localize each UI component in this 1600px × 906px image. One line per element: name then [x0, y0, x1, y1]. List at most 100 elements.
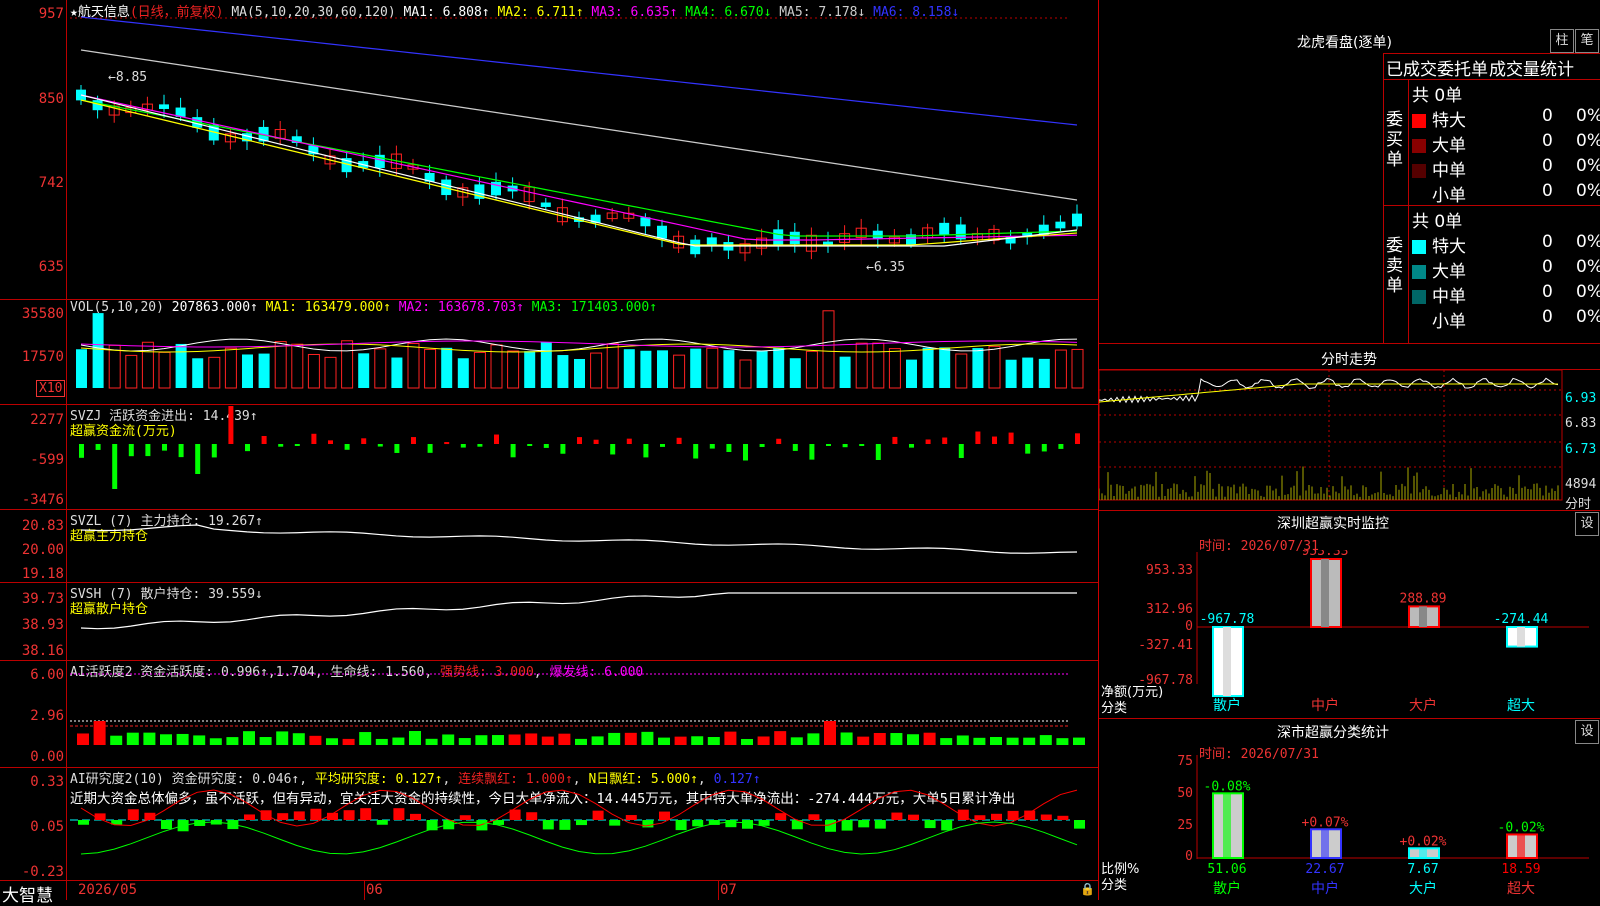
fund-flow-bar	[1041, 444, 1047, 452]
research-bar	[625, 815, 637, 820]
category-change-label: -0.02%	[1498, 820, 1545, 835]
sell-row: 大单 0 0%	[1412, 257, 1600, 282]
dragon-tiger-title: 龙虎看盘(逐单)	[1297, 35, 1392, 51]
intraday-chart[interactable]	[1099, 370, 1600, 510]
fund-flow-bar	[826, 444, 831, 446]
volume-chart[interactable]	[70, 300, 1098, 404]
research-bar	[576, 820, 587, 826]
kline-area[interactable]: ★航天信息(日线，前复权) MA(5,10,20,30,60,120) MA1:…	[0, 0, 1098, 906]
fund-flow-bar	[1058, 444, 1064, 449]
pen-view-button[interactable]: 笔	[1575, 29, 1599, 53]
research-bar	[841, 820, 853, 831]
fund-flow-bar	[626, 438, 632, 444]
fund-flow-bar	[1025, 444, 1031, 454]
volume-bar-down	[76, 349, 87, 388]
buy-row: 大单 0 0%	[1412, 131, 1600, 156]
order-pct: 0%	[1576, 156, 1600, 176]
tab-volume-stats[interactable]: 成交量统计	[1489, 55, 1574, 80]
fund-flow-bar	[543, 444, 549, 448]
candle-down	[159, 104, 169, 109]
main-holding-chart[interactable]	[70, 510, 1098, 582]
category-value-label: 51.06	[1207, 862, 1246, 877]
activity-bar	[790, 737, 803, 745]
sz-monitor-chart[interactable]: -967.78 散户 953.33 中户 288.89 大户 -274.44 超大	[1099, 550, 1600, 720]
sz-category-settings-button[interactable]: 设	[1575, 720, 1599, 744]
fund-flow-bar	[842, 444, 848, 448]
volume-bar-down	[1005, 359, 1017, 388]
ai-research-chart[interactable]	[70, 768, 1098, 880]
activity-bar	[342, 738, 355, 745]
fund-flow-bar	[1075, 433, 1080, 444]
order-type-label: 中单	[1432, 161, 1466, 181]
activity-bar	[990, 736, 1002, 745]
volume-bar-down	[789, 358, 801, 388]
research-bar	[592, 810, 604, 820]
fund-flow-bar	[444, 442, 450, 445]
fund-flow-bar	[361, 438, 367, 444]
tab-orders[interactable]: 委托单	[1437, 55, 1488, 80]
ai-activity-chart[interactable]	[70, 661, 1098, 767]
activity-bar	[707, 737, 720, 745]
category-bar-highlight	[1223, 793, 1231, 858]
svsh-label: 38.16	[21, 643, 64, 659]
fund-flow-bar	[278, 444, 284, 447]
order-count: 0	[1542, 106, 1553, 126]
svzl-label: 20.00	[21, 542, 64, 558]
volume-bar-up	[374, 348, 387, 389]
category-name-label: 中户	[1311, 880, 1339, 897]
right-panel: 龙虎看盘(逐单) 柱 笔 已成交 委托单 成交量统计 委买单 共 0单 特大 0 0…	[1098, 0, 1600, 900]
retail-holding-chart[interactable]	[70, 583, 1098, 660]
fund-flow-bar	[394, 444, 400, 453]
vol-unit-badge: X10	[36, 380, 66, 397]
volume-bar-up	[341, 340, 354, 389]
price-label: 957	[38, 6, 64, 22]
bar-view-button[interactable]: 柱	[1550, 29, 1574, 53]
research-bar	[941, 820, 953, 831]
activity-bar	[176, 733, 189, 745]
order-type-label: 中单	[1432, 287, 1466, 307]
volume-bar-down	[1022, 357, 1034, 388]
sz-monitor-settings-button[interactable]: 设	[1575, 512, 1599, 536]
volume-bar-up	[1071, 348, 1084, 389]
tab-filled[interactable]: 已成交	[1386, 55, 1437, 80]
fund-flow-chart[interactable]	[70, 405, 1098, 509]
volume-bar-down	[756, 350, 768, 388]
sell-orders-label: 委卖单	[1386, 236, 1403, 296]
activity-bar	[425, 738, 438, 745]
sell-row: 小单 0 0%	[1412, 307, 1600, 332]
activity-bar	[840, 732, 853, 745]
sz-monitor-title: 深圳超赢实时监控	[1277, 516, 1389, 532]
buy-orders-label: 委买单	[1386, 110, 1403, 170]
category-value-label: 7.67	[1407, 862, 1438, 877]
research-bar	[974, 815, 986, 820]
activity-bar	[392, 737, 405, 745]
retail-holding-line	[80, 592, 1077, 630]
candle-down	[1055, 221, 1066, 229]
activity-bar	[890, 733, 903, 745]
activity-bar	[824, 721, 836, 745]
research-bar	[742, 820, 753, 829]
order-count: 0	[1542, 232, 1553, 252]
research-bar	[642, 820, 654, 828]
monitor-bar-highlight	[1419, 606, 1427, 627]
fund-flow-bar	[992, 436, 997, 444]
activity-bar	[243, 731, 255, 745]
candlestick-chart[interactable]	[70, 0, 1098, 300]
activity-bar	[757, 736, 770, 745]
lock-icon[interactable]: 🔒	[1080, 882, 1095, 896]
volume-bar-down	[540, 342, 552, 388]
activity-bar	[608, 732, 621, 745]
activity-bar	[857, 736, 870, 745]
fund-flow-bar	[859, 444, 865, 446]
candle-down	[657, 225, 667, 239]
sz-category-chart[interactable]: -0.08% 51.06 散户 +0.07% 22.67 中户 +0.02% 7.67 大户 -0…	[1099, 755, 1600, 900]
fund-flow-bar	[261, 435, 267, 444]
fund-flow-bar	[709, 444, 715, 449]
color-swatch	[1412, 139, 1426, 153]
fund-flow-bar	[112, 444, 118, 489]
candle-down	[1072, 213, 1082, 227]
fund-flow-bar	[676, 437, 682, 444]
research-bar	[376, 820, 388, 825]
activity-bar	[558, 733, 571, 745]
activity-bar	[907, 734, 919, 745]
